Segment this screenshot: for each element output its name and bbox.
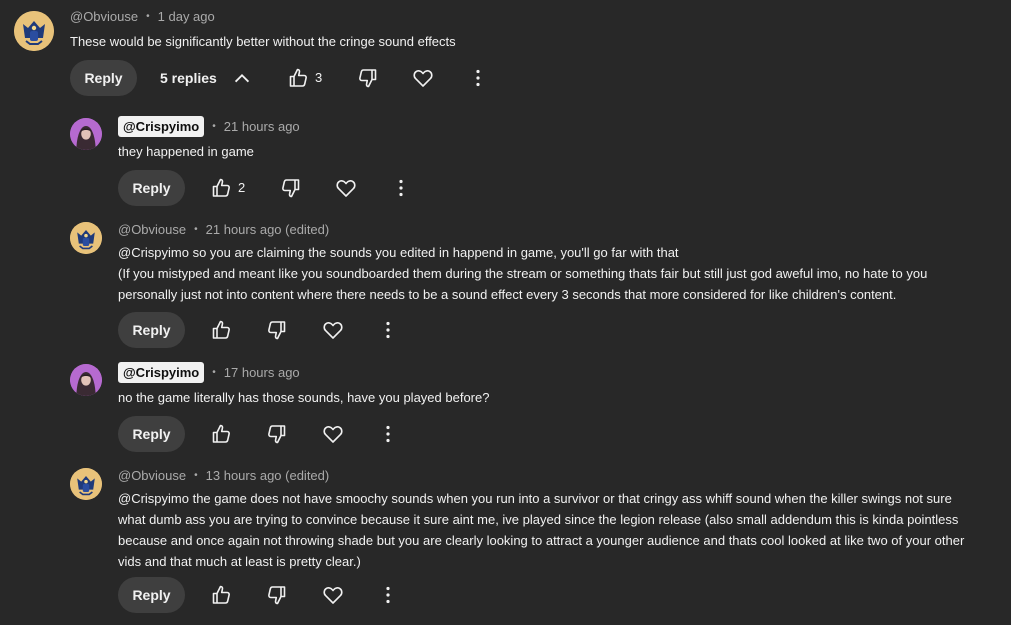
- reply-button[interactable]: Reply: [70, 60, 137, 96]
- avatar[interactable]: [70, 118, 102, 150]
- comment-meta: @Obviouse • 13 hours ago (edited): [118, 468, 330, 483]
- reply-button[interactable]: Reply: [118, 577, 185, 613]
- comment-meta: @Crispyimo • 21 hours ago: [118, 116, 300, 137]
- timestamp[interactable]: 1 day ago: [158, 9, 215, 24]
- heart-icon[interactable]: [321, 318, 345, 342]
- comment-meta: @Obviouse • 21 hours ago (edited): [118, 222, 330, 237]
- timestamp[interactable]: 17 hours ago: [224, 365, 300, 380]
- timestamp[interactable]: 13 hours ago (edited): [206, 468, 330, 483]
- comment-meta: @Crispyimo • 17 hours ago: [118, 362, 300, 383]
- more-vert-icon[interactable]: [376, 422, 400, 446]
- like-count: 3: [315, 70, 323, 85]
- author-name[interactable]: @Obviouse: [118, 222, 186, 237]
- reply-button[interactable]: Reply: [118, 312, 185, 348]
- heart-icon[interactable]: [411, 66, 435, 90]
- comment-text: no the game literally has those sounds, …: [118, 390, 490, 405]
- comment-text: @Crispyimo so you are claiming the sound…: [118, 245, 928, 302]
- author-name[interactable]: @Obviouse: [118, 468, 186, 483]
- more-vert-icon[interactable]: [389, 176, 413, 200]
- chevron-up-icon: [231, 67, 253, 89]
- timestamp[interactable]: 21 hours ago (edited): [206, 222, 330, 237]
- thumb-down-icon[interactable]: [279, 176, 303, 200]
- heart-icon[interactable]: [321, 583, 345, 607]
- thumb-down-icon[interactable]: [265, 583, 289, 607]
- comment-meta: @Obviouse • 1 day ago: [70, 9, 215, 24]
- replies-toggle[interactable]: 5 replies: [160, 67, 253, 89]
- author-name[interactable]: @Crispyimo: [118, 362, 205, 383]
- thumb-up-icon[interactable]: [209, 318, 233, 342]
- replies-count-label: 5 replies: [160, 70, 217, 86]
- avatar[interactable]: [70, 364, 102, 396]
- more-vert-icon[interactable]: [376, 583, 400, 607]
- thumb-down-icon[interactable]: [265, 318, 289, 342]
- reply-button[interactable]: Reply: [118, 170, 185, 206]
- thumb-up-icon[interactable]: [286, 66, 310, 90]
- author-name[interactable]: @Obviouse: [70, 9, 138, 24]
- like-count: 2: [238, 180, 246, 195]
- thumb-up-icon[interactable]: [209, 422, 233, 446]
- heart-icon[interactable]: [334, 176, 358, 200]
- avatar[interactable]: [70, 468, 102, 500]
- comment-text: they happened in game: [118, 144, 254, 159]
- thumb-up-icon[interactable]: [209, 583, 233, 607]
- more-vert-icon[interactable]: [466, 66, 490, 90]
- avatar[interactable]: [14, 11, 54, 51]
- author-name[interactable]: @Crispyimo: [118, 116, 205, 137]
- thumb-up-icon[interactable]: [209, 176, 233, 200]
- avatar[interactable]: [70, 222, 102, 254]
- thumb-down-icon[interactable]: [265, 422, 289, 446]
- reply-button[interactable]: Reply: [118, 416, 185, 452]
- timestamp[interactable]: 21 hours ago: [224, 119, 300, 134]
- comment-text: @Crispyimo the game does not have smooch…: [118, 491, 965, 569]
- comment-text: These would be significantly better with…: [70, 34, 456, 49]
- thumb-down-icon[interactable]: [356, 66, 380, 90]
- more-vert-icon[interactable]: [376, 318, 400, 342]
- heart-icon[interactable]: [321, 422, 345, 446]
